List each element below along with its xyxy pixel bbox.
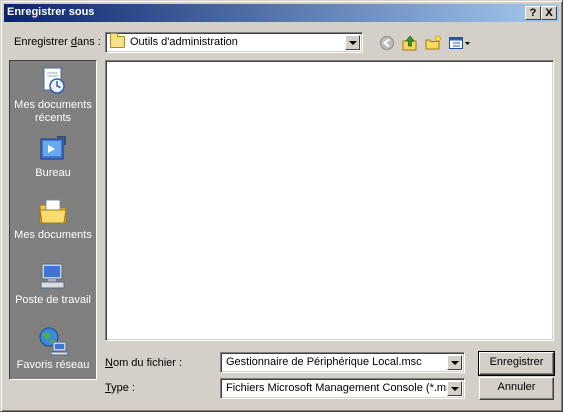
filename-input[interactable]: Gestionnaire de Périphérique Local.msc (220, 352, 465, 373)
new-folder-icon[interactable] (424, 35, 442, 51)
chevron-down-icon[interactable] (447, 381, 462, 396)
view-menu-icon[interactable] (448, 35, 472, 51)
chevron-down-icon[interactable] (345, 35, 360, 50)
place-my-computer[interactable]: Poste de travail (10, 260, 96, 307)
save-button[interactable]: Enregistrer (478, 351, 555, 376)
cancel-button[interactable]: Annuler (479, 377, 554, 400)
save-in-value: Outils d'administration (130, 36, 238, 48)
file-list[interactable] (105, 60, 554, 341)
filename-label-accel: N (105, 357, 113, 369)
help-button[interactable]: ? (525, 6, 541, 20)
recent-documents-icon (43, 67, 65, 94)
filename-label-post: om du fichier : (112, 357, 183, 369)
place-label: Poste de travail (15, 294, 91, 306)
place-network[interactable]: Favoris réseau (10, 325, 96, 372)
place-desktop[interactable]: Bureau (10, 133, 96, 180)
title-bar[interactable]: Enregistrer sous ? X (4, 4, 559, 22)
window-title: Enregistrer sous (7, 6, 95, 18)
my-documents-icon (39, 199, 67, 224)
place-my-documents[interactable]: Mes documents (10, 195, 96, 242)
chevron-down-icon[interactable] (447, 355, 462, 370)
desktop-icon (40, 136, 66, 160)
filetype-label-post: ype : (111, 382, 135, 394)
place-label: Mes documents récents (14, 99, 92, 124)
filename-value[interactable]: Gestionnaire de Périphérique Local.msc (226, 356, 422, 368)
back-icon[interactable] (378, 35, 396, 51)
place-recent-documents[interactable]: Mes documents récents (10, 65, 96, 125)
filetype-value: Fichiers Microsoft Management Console (*… (226, 382, 461, 394)
places-bar: Mes documents récents Bureau Mes documen… (9, 60, 97, 380)
save-in-dropdown[interactable]: Outils d'administration (105, 32, 363, 53)
filetype-dropdown[interactable]: Fichiers Microsoft Management Console (*… (220, 378, 465, 399)
place-label: Favoris réseau (16, 359, 90, 371)
save-in-label-pre: Enregistrer (14, 36, 71, 48)
save-in-label: Enregistrer dans : (14, 36, 101, 48)
filename-label: Nom du fichier : (105, 357, 182, 369)
my-computer-icon (40, 263, 65, 289)
up-folder-icon[interactable] (401, 35, 419, 51)
place-label: Mes documents (14, 229, 92, 241)
save-as-dialog: Enregistrer sous ? X Enregistrer dans : … (0, 0, 563, 412)
save-in-label-post: ans : (76, 36, 101, 48)
place-label: Bureau (35, 167, 71, 179)
folder-icon (110, 33, 125, 48)
network-places-icon (39, 327, 69, 356)
close-button[interactable]: X (541, 6, 557, 20)
filetype-label: Type : (105, 382, 135, 394)
